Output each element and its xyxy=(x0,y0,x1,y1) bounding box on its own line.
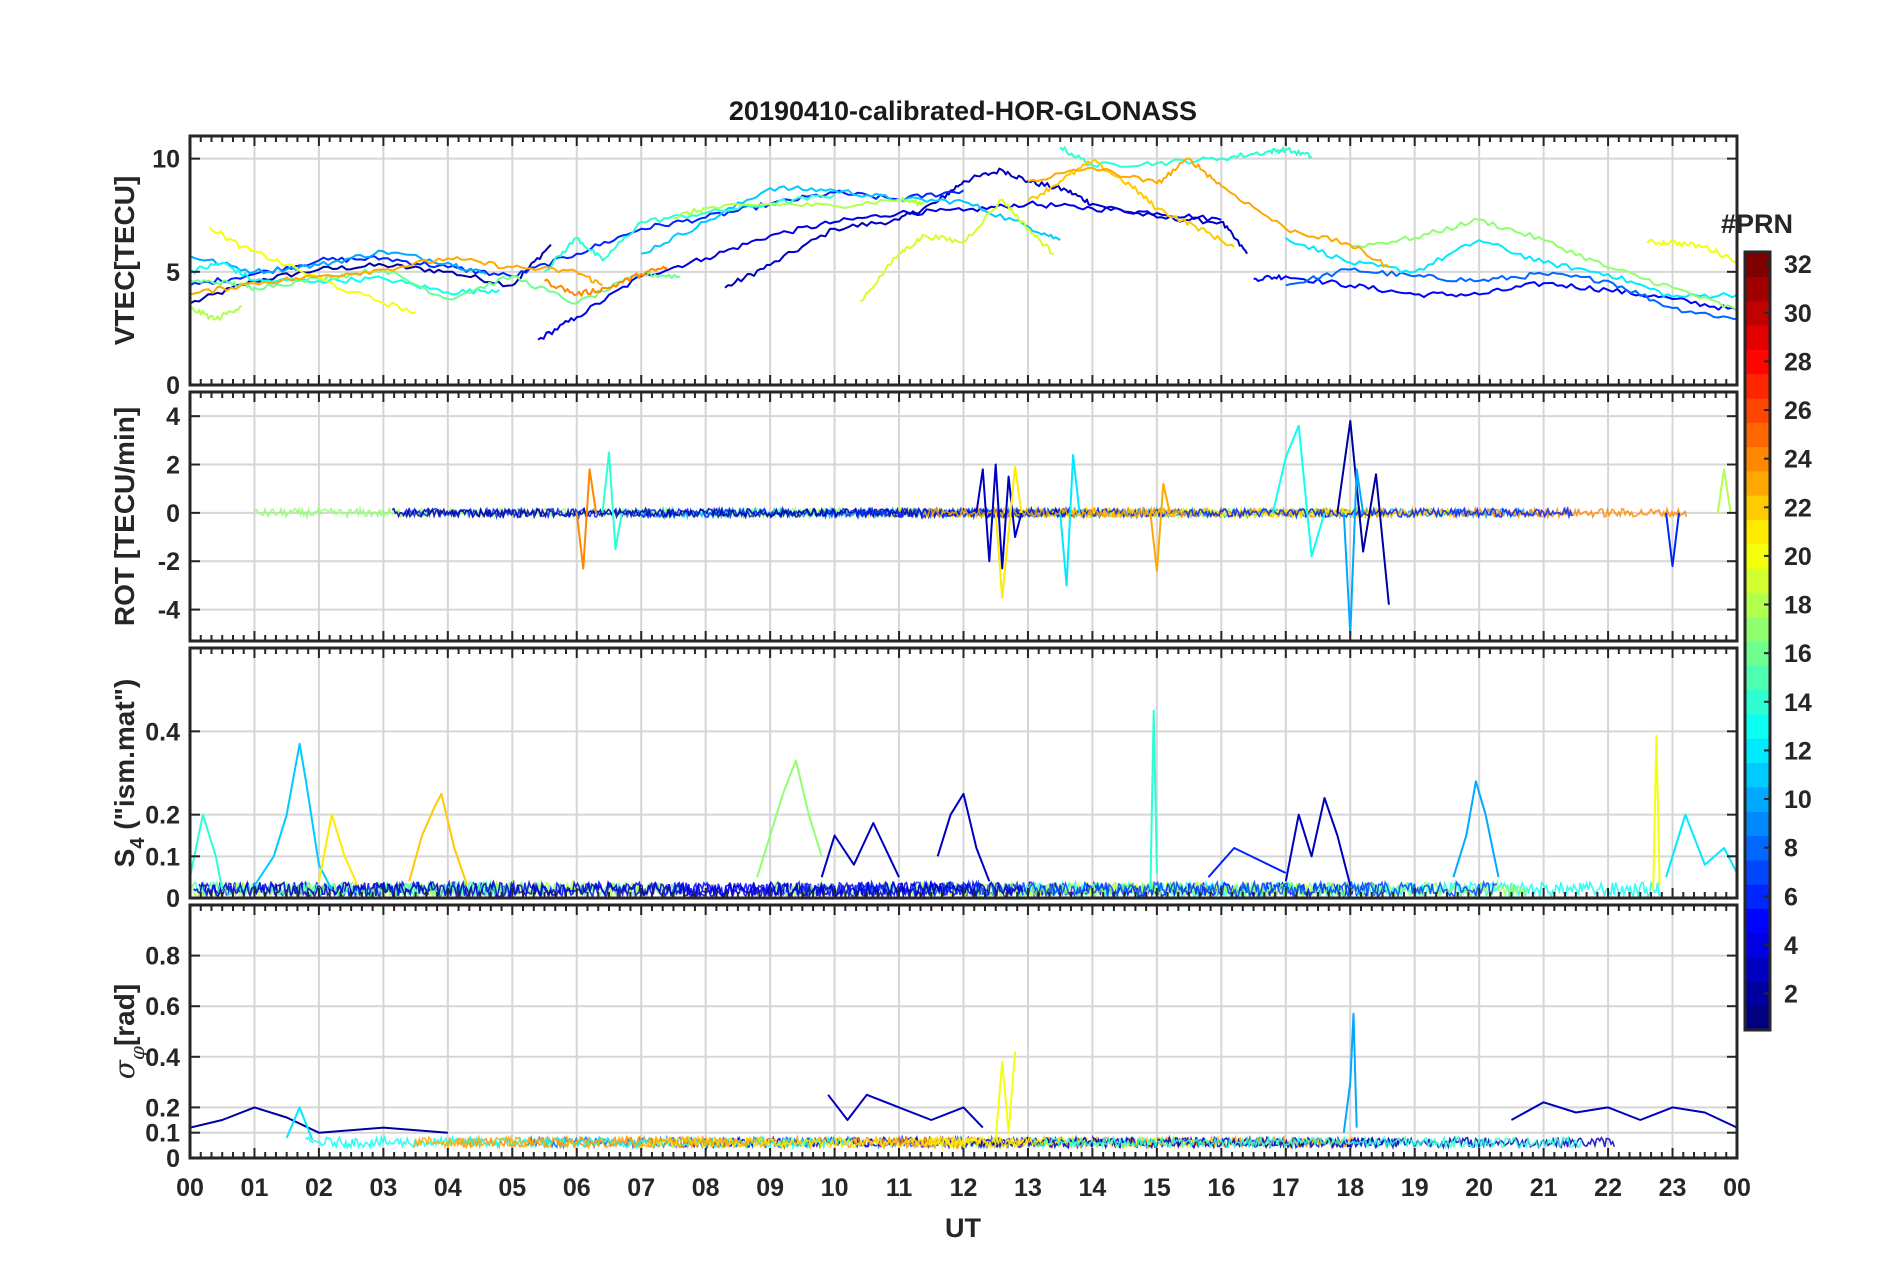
x-tick-label: 00 xyxy=(1723,1174,1751,1202)
y-tick-label: 0 xyxy=(166,885,180,913)
colorbar-tick-label: 28 xyxy=(1784,348,1812,376)
y-tick-label: 4 xyxy=(166,403,180,431)
colorbar-band xyxy=(1745,1005,1770,1031)
x-tick-label: 05 xyxy=(498,1174,526,1202)
x-tick-label: 20 xyxy=(1465,1174,1493,1202)
colorbar-tick-label: 8 xyxy=(1784,835,1798,863)
x-tick-label: 06 xyxy=(563,1174,591,1202)
x-tick-label: 07 xyxy=(627,1174,655,1202)
x-tick-label: 22 xyxy=(1594,1174,1622,1202)
x-tick-label: 01 xyxy=(241,1174,269,1202)
x-tick-label: 13 xyxy=(1014,1174,1042,1202)
colorbar-tick-label: 6 xyxy=(1784,883,1798,911)
x-tick-label: 04 xyxy=(434,1174,462,1202)
colorbar-tick-label: 4 xyxy=(1784,932,1798,960)
y-tick-label: 10 xyxy=(152,146,180,174)
colorbar-tick-label: 30 xyxy=(1784,300,1812,328)
panel-rot: -4 -2 0 2 4 ROT [TECU/min] xyxy=(109,390,1739,643)
y-tick-label: 0.1 xyxy=(145,1120,180,1148)
x-tick-label: 12 xyxy=(950,1174,978,1202)
colorbar-tick-label: 22 xyxy=(1784,494,1812,522)
x-tick-label: 02 xyxy=(305,1174,333,1202)
colorbar-band xyxy=(1745,762,1770,788)
panel-s4: 0 0.1 0.2 0.4S4 ("ism.mat") xyxy=(109,646,1739,913)
y-tick-label: -2 xyxy=(158,548,180,576)
y-tick-label: 2 xyxy=(166,452,180,480)
colorbar-tick-label: 32 xyxy=(1784,251,1812,279)
colorbar-band xyxy=(1745,568,1770,593)
x-tick-label: 09 xyxy=(756,1174,784,1202)
y-tick-label: 0.4 xyxy=(145,1044,180,1072)
colorbar-band xyxy=(1745,470,1770,496)
colorbar-tick-label: 12 xyxy=(1784,737,1812,765)
colorbar-band xyxy=(1745,373,1770,399)
colorbar-band xyxy=(1745,665,1770,691)
x-tick-label: 08 xyxy=(692,1174,720,1202)
y-tick-label: 0 xyxy=(166,500,180,528)
x-tick-label: 18 xyxy=(1336,1174,1364,1202)
colorbar-band xyxy=(1745,908,1770,934)
x-tick-label: 15 xyxy=(1143,1174,1171,1202)
y-tick-label: 0.8 xyxy=(145,943,180,971)
x-tick-label: 21 xyxy=(1530,1174,1558,1202)
colorbar-band xyxy=(1745,616,1770,642)
colorbar-band xyxy=(1745,422,1770,448)
y-tick-label: 0 xyxy=(166,1145,180,1173)
colorbar-tick-label: 2 xyxy=(1784,981,1798,1009)
x-tick-label: 10 xyxy=(821,1174,849,1202)
colorbar-title: #PRN xyxy=(1721,209,1793,239)
colorbar-tick-label: 26 xyxy=(1784,397,1812,425)
colorbar-tick-label: 18 xyxy=(1784,592,1812,620)
x-tick-label: 23 xyxy=(1659,1174,1687,1202)
colorbar-band xyxy=(1745,811,1770,837)
colorbar-band xyxy=(1745,957,1770,982)
y-tick-label: 0.4 xyxy=(145,718,180,746)
panel-vtec: 0 5 10 VTEC[TECU] xyxy=(109,134,1739,400)
y-tick-label: 0.1 xyxy=(145,843,180,871)
y-axis-label-rot: ROT [TECU/min] xyxy=(109,407,140,626)
colorbar-tick-label: 24 xyxy=(1784,446,1812,474)
colorbar: 2468101214161820222426283032 xyxy=(1743,250,1812,1032)
y-tick-label: 0 xyxy=(166,372,180,400)
x-tick-labels: 00 01 02 03 04 05 06 07 08 09 10 11 12 13 14 15 16 17 18 19… xyxy=(176,1174,1751,1202)
panels: 0510VTEC[TECU]-4-2024ROT [TECU/min]00.10… xyxy=(108,134,1739,1173)
x-tick-label: 16 xyxy=(1207,1174,1235,1202)
colorbar-band xyxy=(1745,859,1770,885)
colorbar-tick-label: 16 xyxy=(1784,640,1812,668)
colorbar-tick-label: 10 xyxy=(1784,786,1812,814)
figure: 20190410-calibrated-HOR-GLONASS 0510VTEC… xyxy=(108,96,1812,1243)
x-axis-label: UT xyxy=(945,1213,981,1243)
colorbar-band xyxy=(1745,519,1770,545)
x-tick-label: 19 xyxy=(1401,1174,1429,1202)
y-tick-label: 0.2 xyxy=(145,802,180,830)
y-axis-label-vtec: VTEC[TECU] xyxy=(109,176,140,346)
x-tick-label: 17 xyxy=(1272,1174,1300,1202)
x-tick-label: 14 xyxy=(1079,1174,1107,1202)
y-tick-label: 0.2 xyxy=(145,1094,180,1122)
y-axis-label-s4: S4 ("ism.mat") xyxy=(109,679,149,868)
colorbar-band xyxy=(1745,276,1770,302)
colorbar-tick-label: 14 xyxy=(1784,689,1812,717)
panel-sigma_phi: 00.10.2 0.4 0.6 0.8 σφ[rad] xyxy=(108,903,1739,1173)
figure-title: 20190410-calibrated-HOR-GLONASS xyxy=(729,96,1197,126)
colorbar-band xyxy=(1745,324,1770,350)
y-tick-label: 0.6 xyxy=(145,993,180,1021)
y-tick-label: -4 xyxy=(158,597,180,625)
x-tick-label: 11 xyxy=(886,1174,913,1202)
y-tick-label: 5 xyxy=(166,259,180,287)
x-tick-label: 00 xyxy=(176,1174,204,1202)
x-tick-label: 03 xyxy=(369,1174,397,1202)
colorbar-band xyxy=(1745,713,1770,739)
y-axis-label-sigma_phi: σφ[rad] xyxy=(108,984,149,1079)
colorbar-tick-label: 20 xyxy=(1784,543,1812,571)
